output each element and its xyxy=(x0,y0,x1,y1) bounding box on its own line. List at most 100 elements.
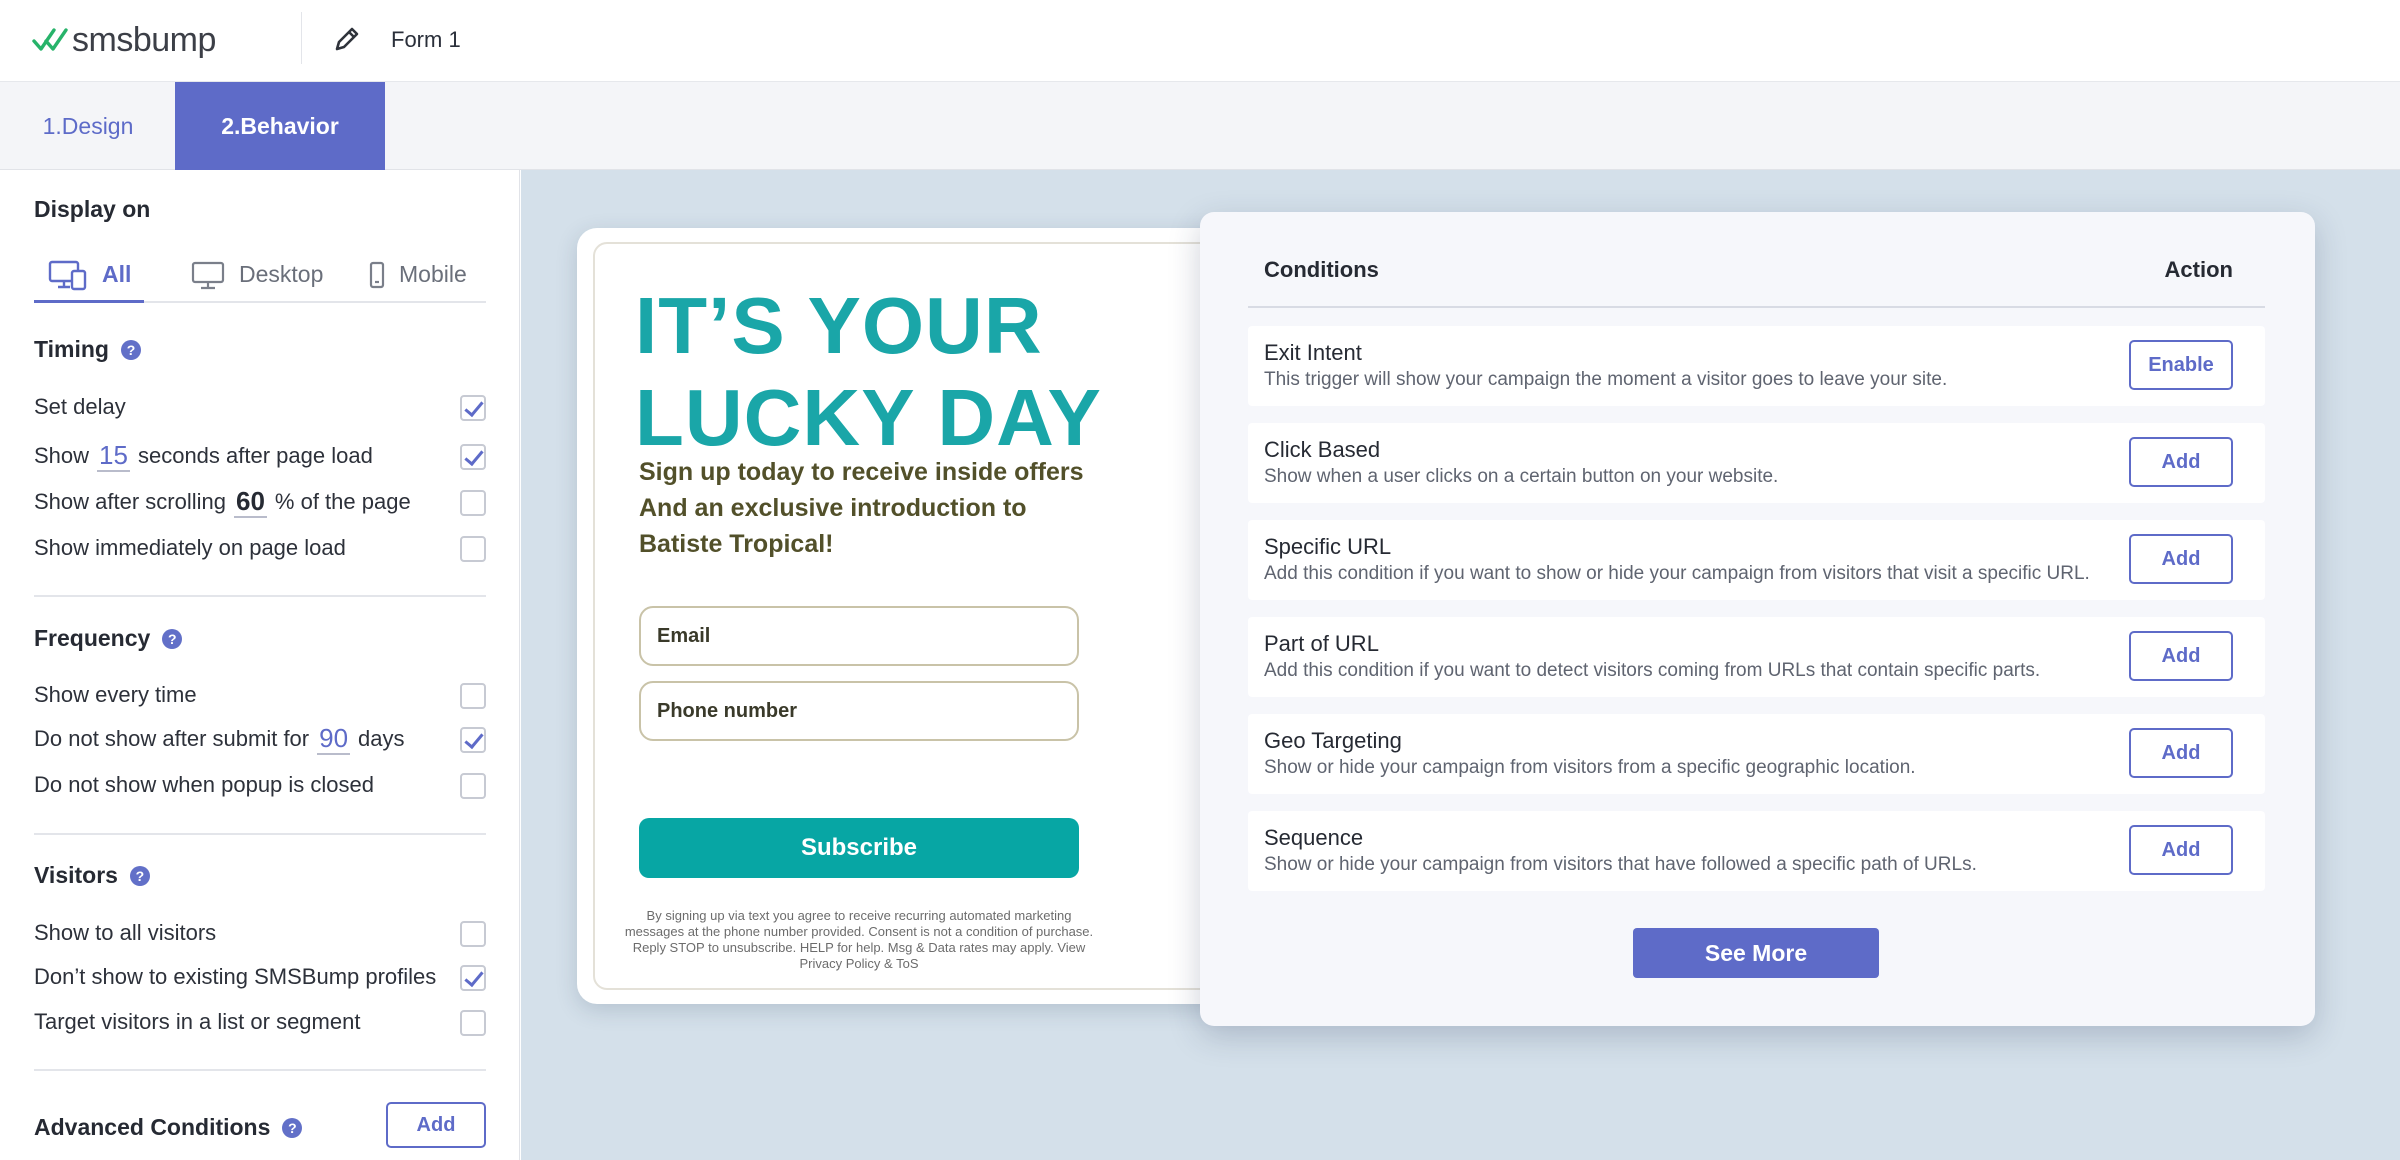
popup-disclaimer: By signing up via text you agree to rece… xyxy=(619,908,1099,972)
frequency-title: Frequency ? xyxy=(34,625,183,652)
condition-title: Specific URL xyxy=(1264,534,1392,559)
condition-description: Show or hide your campaign from visitors… xyxy=(1264,854,1977,875)
show-after-load-label: Show 15 seconds after page load xyxy=(34,440,373,472)
section-divider xyxy=(34,1069,486,1071)
show-after-scroll-before: Show after scrolling xyxy=(34,489,226,514)
device-tab-all[interactable]: All xyxy=(48,246,131,303)
condition-title: Part of URL xyxy=(1264,631,1379,656)
visitors-help-icon[interactable]: ? xyxy=(129,865,150,886)
smsbump-logo[interactable]: smsbump xyxy=(32,20,216,60)
timing-help-icon[interactable]: ? xyxy=(120,339,141,360)
list-segment-checkbox[interactable] xyxy=(460,1010,486,1036)
add-advanced-condition-button[interactable]: Add xyxy=(386,1102,486,1148)
show-immediately-label: Show immediately on page load xyxy=(34,535,346,560)
form-name[interactable]: Form 1 xyxy=(391,27,461,53)
list-segment-label: Target visitors in a list or segment xyxy=(34,1009,361,1034)
show-after-load-row: Show 15 seconds after page load xyxy=(34,436,486,476)
top-bar: smsbump Form 1 xyxy=(0,0,2400,82)
disclaimer-line-1: By signing up via text you agree to rece… xyxy=(646,908,1072,923)
enable-exit-intent-button[interactable]: Enable xyxy=(2129,340,2233,390)
logo-text: smsbump xyxy=(72,20,216,59)
show-after-load-after: seconds after page load xyxy=(137,443,373,468)
see-more-button[interactable]: See More xyxy=(1633,928,1879,978)
set-delay-label: Set delay xyxy=(34,394,126,419)
add-click-based-button[interactable]: Add xyxy=(2129,437,2233,487)
section-divider xyxy=(34,833,486,835)
tab-behavior[interactable]: 2.Behavior xyxy=(175,82,385,170)
condition-title: Geo Targeting xyxy=(1264,728,1402,753)
show-immediately-checkbox[interactable] xyxy=(460,536,486,562)
when-closed-checkbox[interactable] xyxy=(460,773,486,799)
existing-profiles-row: Don’t show to existing SMSBump profiles xyxy=(34,957,486,997)
show-after-scroll-row: Show after scrolling 60 % of the page xyxy=(34,482,486,522)
show-every-time-checkbox[interactable] xyxy=(460,683,486,709)
after-submit-checkbox[interactable] xyxy=(460,727,486,753)
submit-days-input[interactable]: 90 xyxy=(317,723,351,755)
advanced-conditions-title-text: Advanced Conditions xyxy=(34,1114,271,1140)
phone-number-field[interactable]: Phone number xyxy=(639,681,1079,741)
device-tab-mobile-label: Mobile xyxy=(399,261,467,287)
condition-description: Show when a user clicks on a certain but… xyxy=(1264,466,1779,487)
email-field[interactable]: Email xyxy=(639,606,1079,666)
delay-seconds-input[interactable]: 15 xyxy=(97,440,130,472)
subheading-line-3: Batiste Tropical! xyxy=(639,530,834,558)
after-submit-before: Do not show after submit for xyxy=(34,726,310,751)
add-part-of-url-button[interactable]: Add xyxy=(2129,631,2233,681)
logo-check-icon xyxy=(32,28,68,51)
condition-title: Sequence xyxy=(1264,825,1364,850)
step-tabs: 1.Design 2.Behavior xyxy=(0,82,2400,170)
tab-design[interactable]: 1.Design xyxy=(22,82,154,170)
mobile-icon xyxy=(369,261,385,289)
edit-pencil-icon[interactable] xyxy=(330,22,364,56)
advanced-conditions-title: Advanced Conditions ? xyxy=(34,1114,303,1141)
all-visitors-label: Show to all visitors xyxy=(34,920,217,945)
all-visitors-row: Show to all visitors xyxy=(34,913,486,953)
desktop-icon xyxy=(191,260,225,290)
section-divider xyxy=(34,595,486,597)
device-tab-all-label: All xyxy=(102,261,132,287)
existing-profiles-checkbox[interactable] xyxy=(460,965,486,991)
existing-profiles-label: Don’t show to existing SMSBump profiles xyxy=(34,964,437,989)
popup-subheading: Sign up today to receive inside offers A… xyxy=(639,454,1109,562)
add-geo-targeting-button[interactable]: Add xyxy=(2129,728,2233,778)
timing-title-text: Timing xyxy=(34,336,109,362)
add-sequence-button[interactable]: Add xyxy=(2129,825,2233,875)
when-closed-row: Do not show when popup is closed xyxy=(34,765,486,805)
show-after-load-before: Show xyxy=(34,443,90,468)
timing-title: Timing ? xyxy=(34,336,141,363)
condition-row-click-based: Click Based Show when a user clicks on a… xyxy=(1248,423,2265,503)
conditions-header: Conditions Action xyxy=(1248,212,2265,308)
active-tab-underline xyxy=(34,300,144,303)
add-specific-url-button[interactable]: Add xyxy=(2129,534,2233,584)
condition-description: Add this condition if you want to show o… xyxy=(1264,563,2090,584)
display-on-title: Display on xyxy=(34,196,151,222)
condition-title: Exit Intent xyxy=(1264,340,1362,365)
device-tab-desktop[interactable]: Desktop xyxy=(191,246,323,303)
advanced-help-icon[interactable]: ? xyxy=(282,1117,303,1138)
popup-preview: IT’S YOUR LUCKY DAY Sign up today to rec… xyxy=(577,228,1277,1004)
show-after-scroll-label: Show after scrolling 60 % of the page xyxy=(34,486,411,518)
header-divider xyxy=(301,12,302,64)
set-delay-checkbox[interactable] xyxy=(460,395,486,421)
condition-description: Show or hide your campaign from visitors… xyxy=(1264,757,1916,778)
show-after-load-checkbox[interactable] xyxy=(460,444,486,470)
all-devices-icon xyxy=(48,259,88,291)
popup-headline: IT’S YOUR LUCKY DAY xyxy=(635,280,1102,464)
condition-row-sequence: Sequence Show or hide your campaign from… xyxy=(1248,811,2265,891)
show-every-time-row: Show every time xyxy=(34,675,486,715)
device-tab-mobile[interactable]: Mobile xyxy=(369,246,467,303)
frequency-help-icon[interactable]: ? xyxy=(162,628,183,649)
disclaimer-line-4[interactable]: Privacy Policy & ToS xyxy=(619,956,1099,972)
behavior-settings-panel: Display on All Desktop Mobile Timing ? S… xyxy=(0,170,520,1160)
conditions-column-header: Conditions xyxy=(1264,257,1379,282)
conditions-panel: Conditions Action Exit Intent This trigg… xyxy=(1200,212,2315,1026)
show-after-scroll-after: % of the page xyxy=(274,489,411,514)
subscribe-button[interactable]: Subscribe xyxy=(639,818,1079,878)
set-delay-row: Set delay xyxy=(34,387,486,427)
scroll-percent-input[interactable]: 60 xyxy=(233,486,267,518)
after-submit-label: Do not show after submit for 90 days xyxy=(34,723,405,755)
subheading-line-1: Sign up today to receive inside offers xyxy=(639,458,1084,486)
all-visitors-checkbox[interactable] xyxy=(460,921,486,947)
subheading-line-2: And an exclusive introduction to xyxy=(639,494,1027,522)
show-after-scroll-checkbox[interactable] xyxy=(460,490,486,516)
